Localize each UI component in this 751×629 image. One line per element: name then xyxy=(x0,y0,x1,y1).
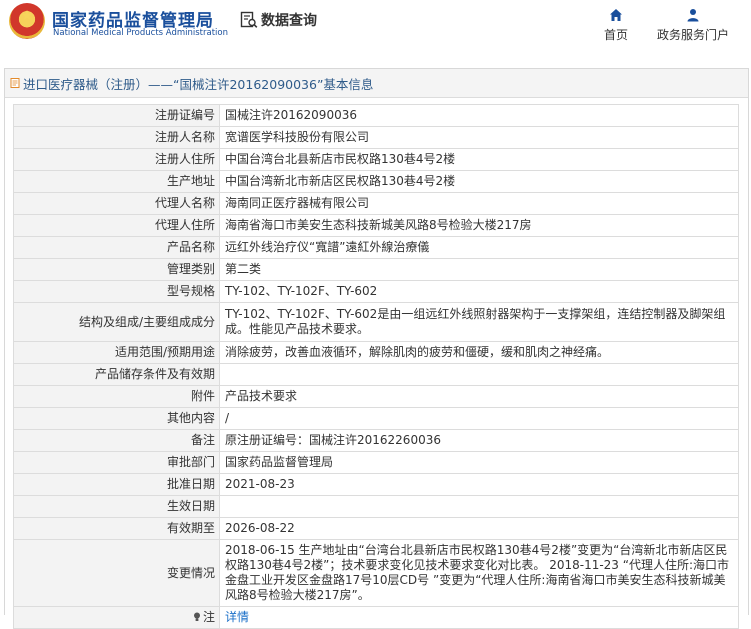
home-icon xyxy=(610,9,622,21)
field-value: / xyxy=(219,407,739,430)
field-value: 2021-08-23 xyxy=(219,473,739,496)
table-row: 审批部门 国家药品监督管理局 xyxy=(13,451,739,474)
field-label: 注册人名称 xyxy=(13,126,220,149)
field-value: 中国台湾台北县新店市民权路130巷4号2楼 xyxy=(219,148,739,171)
field-value: 2018-06-15 生产地址由“台湾台北县新店市民权路130巷4号2楼”变更为… xyxy=(219,539,739,607)
field-label: 适用范围/预期用途 xyxy=(13,341,220,364)
table-row: 管理类别 第二类 xyxy=(13,258,739,281)
field-label: 注 xyxy=(13,606,220,629)
table-row: 代理人名称 海南同正医疗器械有限公司 xyxy=(13,192,739,215)
field-value: 2026-08-22 xyxy=(219,517,739,540)
field-label: 代理人名称 xyxy=(13,192,220,215)
field-label: 产品名称 xyxy=(13,236,220,259)
table-row: 适用范围/预期用途 消除疲劳，改善血液循环，解除肌肉的疲劳和僵硬，缓和肌肉之神经痛… xyxy=(13,341,739,364)
table-row: 变更情况 2018-06-15 生产地址由“台湾台北县新店市民权路130巷4号2楼… xyxy=(13,539,739,607)
breadcrumb: 进口医疗器械（注册）——“国械注许20162090036”基本信息 xyxy=(5,69,748,98)
field-value: 产品技术要求 xyxy=(219,385,739,408)
field-label: 变更情况 xyxy=(13,539,220,607)
field-label: 代理人住所 xyxy=(13,214,220,237)
site-subtitle: National Medical Products Administration xyxy=(53,28,228,38)
field-value: 宽谱医学科技股份有限公司 xyxy=(219,126,739,149)
field-value: 国械注许20162090036 xyxy=(219,104,739,127)
breadcrumb-text: 进口医疗器械（注册）——“国械注许20162090036”基本信息 xyxy=(23,76,374,92)
field-label: 批准日期 xyxy=(13,473,220,496)
table-row: 附件 产品技术要求 xyxy=(13,385,739,408)
field-label: 有效期至 xyxy=(13,517,220,540)
field-value: 海南省海口市美安生态科技新城美风路8号检验大楼217房 xyxy=(219,214,739,237)
table-row: 生产地址 中国台湾新北市新店区民权路130巷4号2楼 xyxy=(13,170,739,193)
field-label: 管理类别 xyxy=(13,258,220,281)
field-value: 海南同正医疗器械有限公司 xyxy=(219,192,739,215)
table-row: 注册证编号 国械注许20162090036 xyxy=(13,104,739,127)
document-icon xyxy=(10,78,20,88)
field-value: 第二类 xyxy=(219,258,739,281)
table-row: 注册人名称 宽谱医学科技股份有限公司 xyxy=(13,126,739,149)
field-label: 型号规格 xyxy=(13,280,220,303)
table-row: 代理人住所 海南省海口市美安生态科技新城美风路8号检验大楼217房 xyxy=(13,214,739,237)
table-row: 有效期至 2026-08-22 xyxy=(13,517,739,540)
table-row: 产品储存条件及有效期 xyxy=(13,363,739,386)
nav-service-label: 政务服务门户 xyxy=(656,28,729,42)
nav-home[interactable]: 首页 xyxy=(598,8,634,43)
field-value xyxy=(219,363,739,386)
table-row: 批准日期 2021-08-23 xyxy=(13,473,739,496)
field-label: 结构及组成/主要组成成分 xyxy=(13,302,220,342)
note-row: 注 详情 xyxy=(13,606,739,629)
table-row: 产品名称 远红外线治疗仪“寬譜”遠紅外線治療儀 xyxy=(13,236,739,259)
field-label: 生产地址 xyxy=(13,170,220,193)
field-value: 原注册证编号：国械注许20162260036 xyxy=(219,429,739,452)
table-row: 注册人住所 中国台湾台北县新店市民权路130巷4号2楼 xyxy=(13,148,739,171)
note-label: 注 xyxy=(202,610,215,624)
document-search-icon xyxy=(240,11,258,28)
data-query-nav[interactable]: 数据查询 xyxy=(240,8,317,32)
details-link[interactable]: 详情 xyxy=(225,610,249,624)
field-value xyxy=(219,495,739,518)
table-row: 其他内容 / xyxy=(13,407,739,430)
table-row: 生效日期 xyxy=(13,495,739,518)
info-panel: 进口医疗器械（注册）——“国械注许20162090036”基本信息 注册证编号国… xyxy=(4,68,749,629)
field-label: 备注 xyxy=(13,429,220,452)
user-icon xyxy=(687,9,699,22)
field-value: TY-102、TY-102F、TY-602 xyxy=(219,280,739,303)
field-label: 生效日期 xyxy=(13,495,220,518)
national-emblem-logo: ★ xyxy=(9,3,45,39)
field-value: 消除疲劳，改善血液循环，解除肌肉的疲劳和僵硬，缓和肌肉之神经痛。 xyxy=(219,341,739,364)
table-row: 型号规格 TY-102、TY-102F、TY-602 xyxy=(13,280,739,303)
field-label: 附件 xyxy=(13,385,220,408)
field-value: 详情 xyxy=(219,606,739,629)
field-value: 远红外线治疗仪“寬譜”遠紅外線治療儀 xyxy=(219,236,739,259)
field-label: 注册人住所 xyxy=(13,148,220,171)
data-query-label: 数据查询 xyxy=(261,13,317,29)
field-value: TY-102、TY-102F、TY-602是由一组远红外线照射器架构于一支撑架组… xyxy=(219,302,739,342)
table-row: 备注 原注册证编号：国械注许20162260036 xyxy=(13,429,739,452)
registration-info-table: 注册证编号 国械注许20162090036 注册人名称 宽谱医学科技股份有限公司 注… xyxy=(13,104,739,629)
field-label: 产品储存条件及有效期 xyxy=(13,363,220,386)
field-label: 其他内容 xyxy=(13,407,220,430)
field-value: 国家药品监督管理局 xyxy=(219,451,739,474)
site-header: ★ 国家药品监督管理局 National Medical Products Ad… xyxy=(0,0,751,56)
table-row: 结构及组成/主要组成成分 TY-102、TY-102F、TY-602是由一组远红外… xyxy=(13,302,739,342)
field-value: 中国台湾新北市新店区民权路130巷4号2楼 xyxy=(219,170,739,193)
field-label: 注册证编号 xyxy=(13,104,220,127)
nav-service-portal[interactable]: 政务服务门户 xyxy=(652,8,734,43)
nav-home-label: 首页 xyxy=(603,28,628,42)
field-label: 审批部门 xyxy=(13,451,220,474)
